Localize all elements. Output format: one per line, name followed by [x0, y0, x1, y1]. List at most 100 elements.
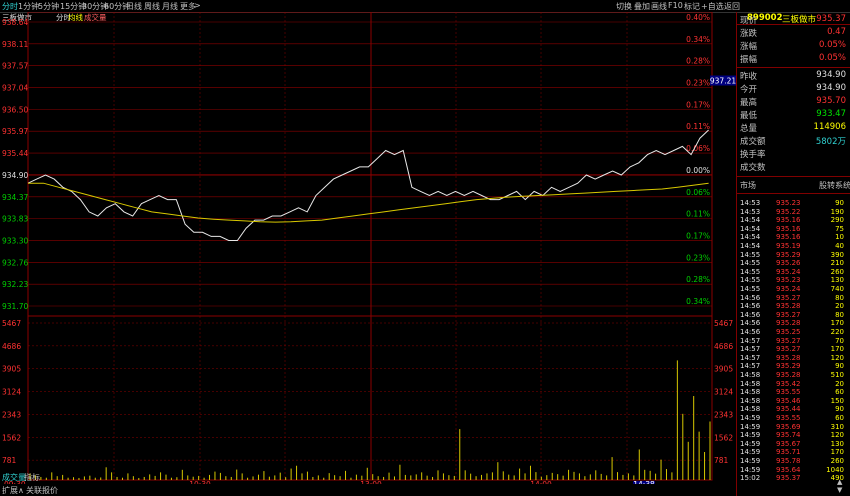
tick-row: 14:54 935.16 290 [740, 216, 848, 225]
tick-volume: 90 [835, 199, 844, 207]
tick-price: 935.78 [776, 457, 801, 465]
tick-price: 935.29 [776, 362, 801, 371]
price-label: 938.11 [2, 40, 28, 49]
vol-label-right: 781 [714, 456, 729, 465]
quote-label: 涨跌 [740, 29, 758, 39]
period-tab-6[interactable]: 日线 [126, 1, 142, 12]
related-quote-tab[interactable]: 关联报价 [26, 485, 58, 496]
intraday-chart[interactable]: 三板做市 分时均线 成交量938.640.40%938.110.34%937.570… [0, 12, 736, 484]
tick-time: 14:56 [740, 302, 761, 311]
tool-button-4[interactable]: 标记 [684, 1, 700, 12]
quote-label: 昨收 [740, 72, 758, 82]
tick-time: 14:59 [740, 431, 761, 440]
tick-row: 14:57 935.27 70 [740, 337, 848, 346]
tick-price: 935.28 [776, 302, 801, 311]
tool-button-5[interactable]: +自选 [701, 1, 724, 12]
period-tab-2[interactable]: 5分钟 [38, 1, 59, 12]
tick-row: 14:59 935.78 260 [740, 457, 848, 466]
tick-volume: 20 [835, 302, 844, 311]
tick-row: 14:57 935.27 170 [740, 345, 848, 354]
tick-time: 14:58 [740, 396, 761, 405]
expand-button[interactable]: 扩展∧ [2, 485, 24, 496]
tick-volume: 80 [835, 293, 844, 302]
tick-time: 14:57 [740, 336, 761, 345]
tick-time: 14:56 [740, 319, 761, 328]
tool-button-0[interactable]: 切换 [616, 1, 632, 12]
tick-price: 935.71 [776, 448, 801, 457]
tool-button-6[interactable]: 返回 [724, 1, 740, 12]
period-tab-10[interactable]: > [194, 1, 201, 10]
indicator-tab[interactable]: 指标 [24, 472, 40, 483]
price-label: 938.64 [2, 18, 28, 27]
quote-label: 最高 [740, 98, 758, 108]
tick-row: 14:53 935.22 190 [740, 208, 848, 217]
tick-row: 14:59 935.71 170 [740, 448, 848, 457]
period-tab-7[interactable]: 周线 [144, 1, 160, 12]
tick-time: 14:59 [740, 457, 761, 465]
period-tab-1[interactable]: 1分钟 [18, 1, 39, 12]
tick-time: 14:58 [740, 379, 761, 388]
tool-button-2[interactable]: 画线 [651, 1, 667, 12]
current-price-text: 937.21 [710, 77, 736, 86]
tick-price: 935.46 [776, 396, 801, 405]
tick-price: 935.23 [776, 199, 801, 207]
tick-time: 14:58 [740, 405, 761, 414]
tool-button-1[interactable]: 叠加 [634, 1, 650, 12]
tick-row: 14:59 935.64 1040 [740, 466, 848, 475]
tick-volume: 70 [835, 336, 844, 345]
tick-row: 14:55 935.29 390 [740, 251, 848, 260]
quote-panel: 899002 三板做市 现价 935.37 涨跌 0.47 涨幅 0.05% 振幅 0.05%… [736, 12, 850, 496]
tick-volume: 90 [835, 405, 844, 414]
volume-tab[interactable]: 成交量 [2, 472, 26, 483]
quote-row: 涨幅 0.05% [740, 40, 848, 53]
quote-label: 成交数 [740, 163, 766, 173]
pct-label: 0.00% [686, 166, 710, 175]
tick-time: 14:55 [740, 259, 761, 268]
quote-row: 昨收 934.90 [740, 70, 848, 83]
price-label: 934.37 [2, 193, 28, 202]
quote-row: 涨跌 0.47 [740, 27, 848, 40]
period-tab-8[interactable]: 月线 [162, 1, 178, 12]
tick-volume: 150 [830, 396, 844, 405]
tick-time: 14:54 [740, 233, 761, 242]
tick-time: 14:57 [740, 353, 761, 362]
tick-volume: 290 [830, 216, 844, 225]
scroll-up-icon[interactable]: ▲ [837, 478, 842, 486]
tick-row: 14:54 935.16 75 [740, 225, 848, 234]
tick-price: 935.22 [776, 207, 801, 216]
tick-volume: 510 [830, 371, 844, 379]
tick-time: 14:56 [740, 310, 761, 319]
tick-price: 935.24 [776, 285, 801, 293]
quote-row: 最低 933.47 [740, 109, 848, 122]
tick-price: 935.25 [776, 328, 801, 336]
period-tab-0[interactable]: 分时 [2, 1, 18, 12]
quote-label: 现价 [740, 16, 758, 26]
quote-label: 今开 [740, 85, 758, 95]
price-label: 933.83 [2, 215, 28, 224]
tick-row: 14:56 935.27 80 [740, 311, 848, 320]
vol-label: 781 [2, 456, 17, 465]
vol-label: 4686 [2, 342, 21, 351]
quote-row: 成交数 [740, 161, 848, 174]
tick-time: 14:57 [740, 345, 761, 354]
tick-volume: 170 [830, 345, 844, 354]
tick-volume: 80 [835, 310, 844, 319]
tick-time: 14:55 [740, 250, 761, 259]
pct-label: 0.17% [686, 100, 710, 109]
vol-label: 3124 [2, 388, 21, 397]
vol-label-right: 3124 [714, 388, 733, 397]
tool-button-3[interactable]: F10 [668, 1, 683, 10]
tick-time: 14:56 [740, 293, 761, 302]
tick-time: 14:57 [740, 362, 761, 371]
tick-price: 935.55 [776, 414, 801, 422]
tick-price: 935.37 [776, 474, 801, 483]
tick-price: 935.16 [776, 216, 801, 225]
price-label: 936.50 [2, 105, 28, 114]
tick-time: 14:59 [740, 448, 761, 457]
pct-label: 0.23% [686, 253, 710, 262]
tick-row: 14:57 935.28 120 [740, 354, 848, 363]
tick-time: 14:54 [740, 224, 761, 233]
scroll-down-icon[interactable]: ▼ [837, 486, 842, 494]
tick-volume: 190 [830, 207, 844, 216]
chart-tab-2: 成交量 [84, 12, 107, 22]
